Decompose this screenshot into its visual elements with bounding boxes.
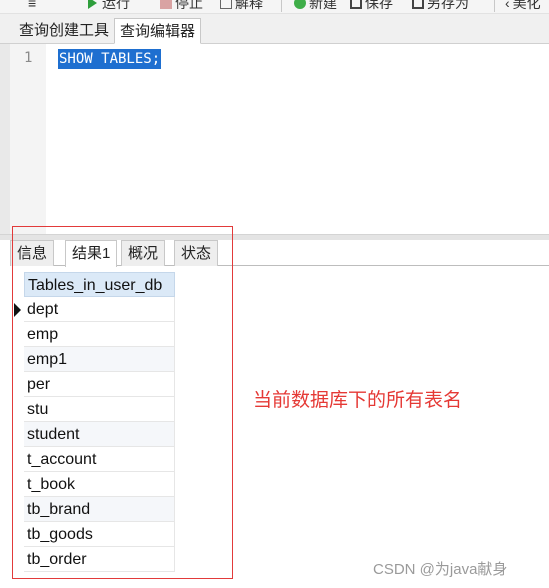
- toolbar: ≡ 运行 停止 解释 新建 保存 另存为 ‹ 美化: [0, 0, 549, 14]
- explain-label: 解释: [235, 0, 263, 11]
- sql-editor[interactable]: 1 SHOW TABLES;: [0, 44, 549, 234]
- save-label: 保存: [365, 0, 393, 11]
- save-button[interactable]: 保存: [350, 0, 393, 12]
- chevron-left-icon: ‹: [505, 0, 510, 11]
- editor-left-edge: [0, 44, 10, 234]
- menu-icon[interactable]: ≡: [28, 0, 36, 12]
- tab-query-editor[interactable]: 查询编辑器: [114, 18, 202, 44]
- annotation-text: 当前数据库下的所有表名: [253, 390, 463, 411]
- explain-icon: [220, 0, 232, 9]
- save-as-button[interactable]: 另存为: [412, 0, 469, 12]
- new-label: 新建: [309, 0, 337, 11]
- stop-button[interactable]: 停止: [160, 0, 203, 12]
- watermark: CSDN @为java献身: [373, 561, 508, 578]
- play-icon: [88, 0, 97, 9]
- save-as-icon: [412, 0, 424, 9]
- run-button[interactable]: 运行: [88, 0, 130, 12]
- stop-icon: [160, 0, 172, 9]
- toolbar-separator: [494, 0, 495, 12]
- stop-label: 停止: [175, 0, 203, 11]
- toolbar-separator: [281, 0, 282, 12]
- highlight-box: [12, 226, 233, 579]
- save-icon: [350, 0, 362, 9]
- save-as-label: 另存为: [427, 0, 469, 11]
- run-label: 运行: [102, 0, 130, 11]
- explain-button[interactable]: 解释: [220, 0, 263, 12]
- selected-sql-code[interactable]: SHOW TABLES;: [58, 49, 162, 69]
- beautify-button[interactable]: ‹ 美化: [505, 0, 541, 12]
- tab-query-builder[interactable]: 查询创建工具: [14, 18, 114, 44]
- new-button[interactable]: 新建: [294, 0, 337, 12]
- new-icon: [294, 0, 306, 9]
- beautify-label: 美化: [512, 0, 541, 11]
- line-number: 1: [24, 50, 33, 66]
- editor-tabs: 查询创建工具 查询编辑器: [0, 14, 549, 44]
